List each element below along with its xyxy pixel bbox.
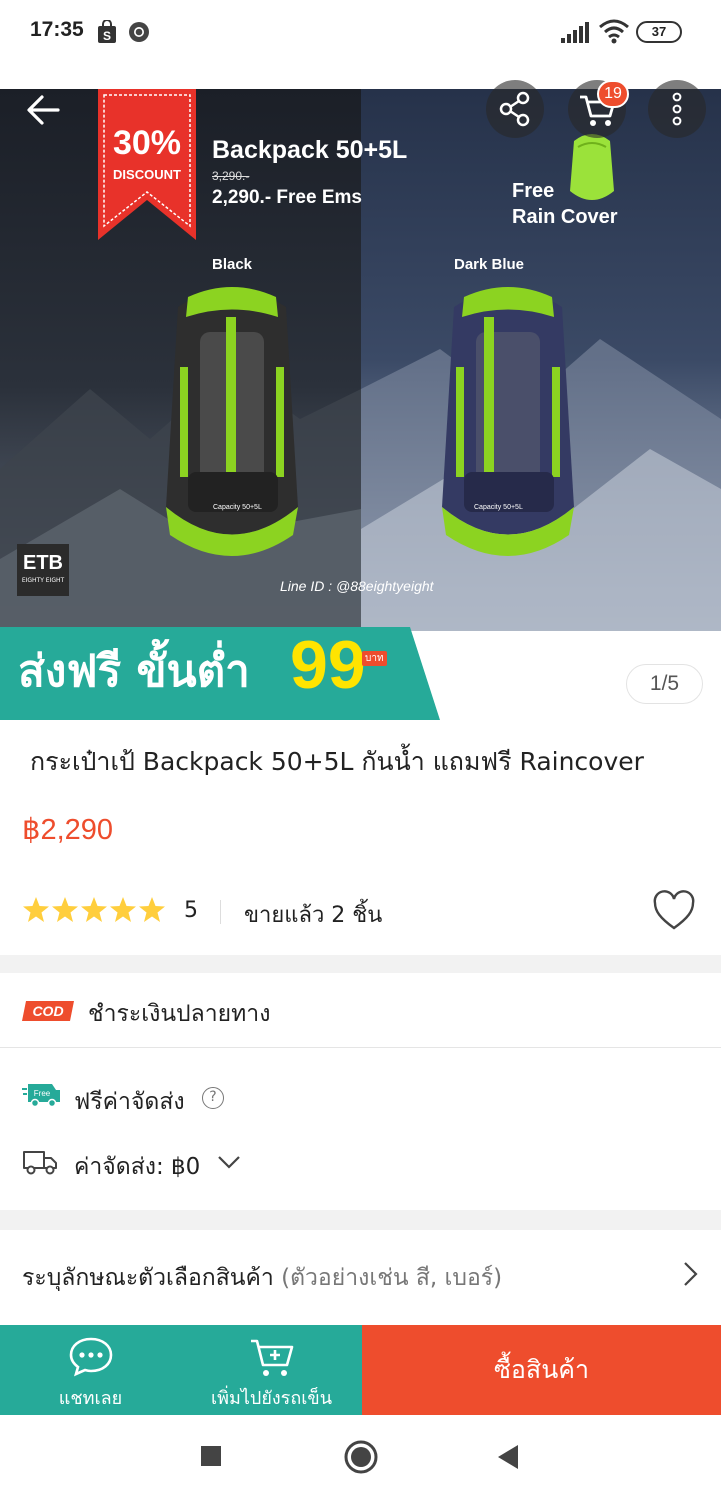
cod-label: ชำระเงินปลายทาง xyxy=(88,1001,271,1027)
recents-square-icon[interactable] xyxy=(200,1445,222,1467)
chevron-right-icon[interactable] xyxy=(680,1260,700,1288)
capacity-label: Capacity 50+5L xyxy=(474,504,523,511)
variant-hint: (ตัวอย่างเช่น สี, เบอร์) xyxy=(281,1265,503,1291)
free-rain-cover-text: Free Rain Cover xyxy=(512,180,618,228)
section-gap xyxy=(0,955,721,973)
cart-count-badge: 19 xyxy=(597,80,629,108)
promo-amount: 99 xyxy=(290,627,366,703)
more-vertical-icon xyxy=(672,92,682,126)
share-button[interactable] xyxy=(486,80,544,138)
back-triangle-icon[interactable] xyxy=(496,1444,520,1470)
free-shipping-truck-icon: Free xyxy=(22,1084,60,1108)
back-button[interactable] xyxy=(16,80,76,140)
variant-black-label: Black xyxy=(212,256,253,273)
divider xyxy=(220,900,221,924)
hero-product-title: Backpack 50+5L xyxy=(212,136,408,164)
add-to-cart-label: เพิ่มไปยังรถเข็น xyxy=(210,1388,333,1409)
add-to-cart-icon xyxy=(250,1339,293,1376)
buy-now-button[interactable]: ซื้อสินค้า xyxy=(362,1325,721,1415)
line-id-text: Line ID : @88eightyeight xyxy=(280,578,434,594)
battery-indicator: 37 xyxy=(636,21,682,43)
backpack-black-image: Capacity 50+5L xyxy=(166,287,298,556)
hero-new-price: 2,290.- Free Ems xyxy=(212,187,362,208)
image-counter: 1/5 xyxy=(626,664,703,704)
discount-ribbon xyxy=(98,89,196,240)
discount-label: DISCOUNT xyxy=(113,167,181,182)
help-icon[interactable]: ? xyxy=(202,1087,224,1109)
cod-badge-icon: COD xyxy=(22,1001,74,1021)
product-price: ฿2,290 xyxy=(22,814,114,846)
system-nav-bar xyxy=(0,1415,721,1500)
wifi-icon xyxy=(599,19,629,44)
signal-icon xyxy=(561,22,589,43)
back-arrow-icon xyxy=(27,95,60,125)
chat-bubble-icon xyxy=(69,1337,112,1377)
add-to-cart-button[interactable]: เพิ่มไปยังรถเข็น xyxy=(181,1325,362,1415)
free-shipping-label: ฟรีค่าจัดส่ง xyxy=(74,1089,185,1115)
chat-button[interactable]: แชทเลย xyxy=(0,1325,181,1415)
shipping-fee[interactable]: ค่าจัดส่ง: ฿0 xyxy=(74,1149,200,1185)
share-icon xyxy=(499,91,530,127)
favorite-heart-icon[interactable] xyxy=(652,890,696,932)
rating-stars xyxy=(23,897,165,922)
more-options-button[interactable] xyxy=(648,80,706,138)
discount-percent: 30% xyxy=(112,124,182,162)
sold-count: ขายแล้ว 2 ชิ้น xyxy=(244,903,383,928)
section-gap xyxy=(0,1210,721,1230)
rating-value: 5 xyxy=(184,898,198,923)
promo-unit: บาท xyxy=(362,651,387,666)
svg-text:Free: Free xyxy=(34,1089,51,1098)
chevron-down-icon[interactable] xyxy=(216,1152,242,1172)
variant-darkblue-label: Dark Blue xyxy=(454,256,525,273)
hero-old-price: 3,290.- xyxy=(212,169,250,183)
promo-text: ส่งฟรี ขั้นต่ำ xyxy=(18,646,250,697)
backpack-darkblue-image: Capacity 50+5L xyxy=(442,287,574,556)
home-circle-icon[interactable] xyxy=(343,1439,379,1475)
chat-button-label: แชทเลย xyxy=(58,1388,123,1409)
svg-text:COD: COD xyxy=(32,1003,63,1019)
brand-logo: ETB EIGHTY EIGHT xyxy=(17,544,69,596)
shipping-truck-icon xyxy=(23,1151,57,1175)
product-title: กระเป๋าเป้ Backpack 50+5L กันน้ำ แถมฟรี … xyxy=(30,747,644,776)
capacity-label: Capacity 50+5L xyxy=(213,504,262,511)
status-time: 17:35 xyxy=(30,18,84,41)
variant-selector-label: ระบุลักษณะตัวเลือกสินค้า (ตัวอย่างเช่น ส… xyxy=(22,1265,503,1291)
